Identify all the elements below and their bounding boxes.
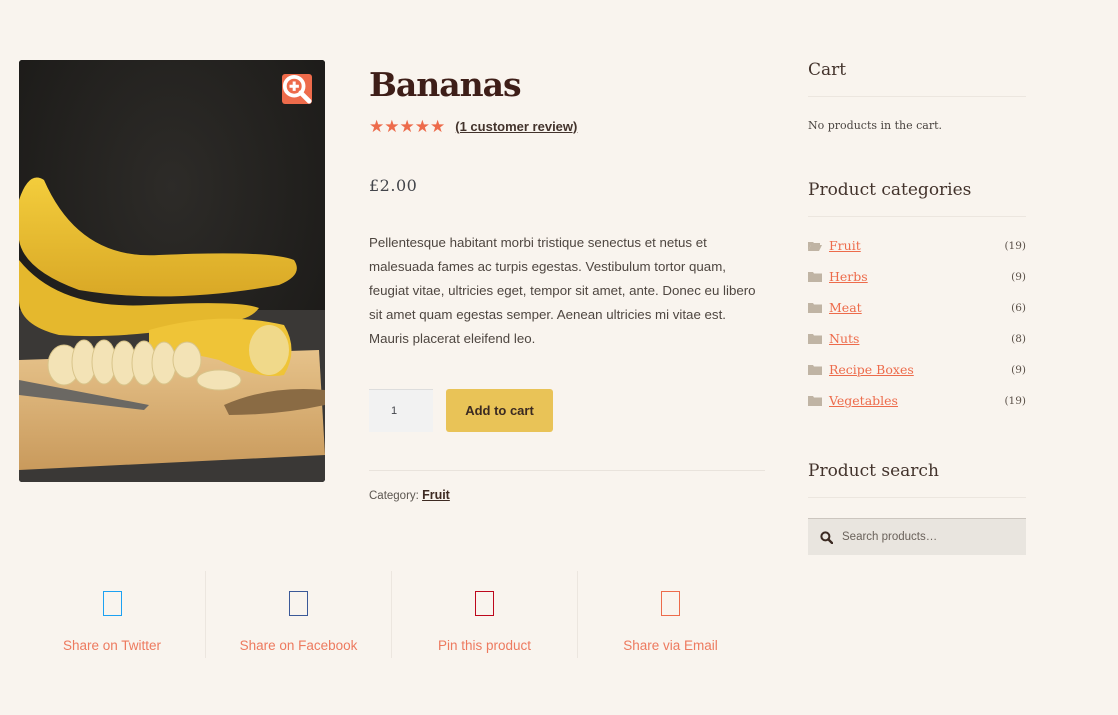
share-pinterest[interactable]: Pin this product <box>391 571 577 658</box>
category-count: (19) <box>1004 394 1026 407</box>
category-count: (19) <box>1004 239 1026 252</box>
folder-icon <box>808 302 822 313</box>
share-bar: Share on Twitter Share on Facebook Pin t… <box>19 571 763 658</box>
share-label: Share on Facebook <box>239 638 358 653</box>
category-label: Category: <box>369 490 419 502</box>
add-to-cart-button[interactable]: Add to cart <box>446 389 553 432</box>
product-search-widget: Product search <box>808 461 1026 555</box>
product-meta: Category: Fruit <box>369 488 765 502</box>
product-image[interactable] <box>19 60 325 482</box>
star-icon: ★ <box>430 116 446 136</box>
search-input[interactable] <box>842 531 1012 543</box>
cart-widget: Cart No products in the cart. <box>808 60 1026 132</box>
zoom-image-button[interactable] <box>282 74 312 104</box>
folder-icon <box>808 364 822 375</box>
cart-empty-message: No products in the cart. <box>808 119 943 132</box>
category-link[interactable]: Vegetables <box>829 393 1004 408</box>
category-item-fruit: Fruit (19) <box>808 230 1026 261</box>
product-rating: ★ ★ ★ ★ ★ (1 customer review) <box>369 117 765 135</box>
product-price: £2.00 <box>369 176 418 195</box>
quantity-input[interactable] <box>369 389 433 432</box>
share-twitter[interactable]: Share on Twitter <box>19 571 205 658</box>
category-link[interactable]: Herbs <box>829 269 1011 284</box>
facebook-icon <box>289 591 308 616</box>
category-link[interactable]: Meat <box>829 300 1011 315</box>
pinterest-icon <box>475 591 494 616</box>
share-email[interactable]: Share via Email <box>577 571 763 658</box>
share-facebook[interactable]: Share on Facebook <box>205 571 391 658</box>
folder-open-icon <box>808 241 822 251</box>
star-icon: ★ <box>369 116 385 136</box>
product-categories-widget: Product categories Fruit (19) Herbs (9) … <box>808 180 1026 416</box>
category-link[interactable]: Fruit <box>829 238 1004 253</box>
product-title: Bananas <box>369 65 522 104</box>
product-description: Pellentesque habitant morbi tristique se… <box>369 235 756 346</box>
folder-icon <box>808 333 822 344</box>
folder-icon <box>808 395 822 406</box>
zoom-in-icon <box>282 74 312 104</box>
star-icon: ★ <box>399 116 415 136</box>
sidebar: Cart No products in the cart. Product ca… <box>808 60 1026 555</box>
categories-widget-title: Product categories <box>808 180 1026 217</box>
category-link[interactable]: Nuts <box>829 331 1011 346</box>
share-label: Share on Twitter <box>62 638 162 653</box>
category-list: Fruit (19) Herbs (9) Meat (6) Nuts (8) R… <box>808 230 1026 416</box>
category-count: (9) <box>1011 363 1026 376</box>
bananas-photo <box>19 60 325 482</box>
add-to-cart-form: Add to cart <box>369 389 765 432</box>
divider <box>369 470 765 471</box>
star-rating: ★ ★ ★ ★ ★ <box>369 118 445 135</box>
category-link[interactable]: Fruit <box>422 488 450 502</box>
share-label: Pin this product <box>437 638 532 653</box>
category-item-nuts: Nuts (8) <box>808 323 1026 354</box>
category-item-recipe-boxes: Recipe Boxes (9) <box>808 354 1026 385</box>
email-icon <box>661 591 680 616</box>
star-icon: ★ <box>384 116 400 136</box>
category-count: (9) <box>1011 270 1026 283</box>
product-summary: Bananas ★ ★ ★ ★ ★ (1 customer review) £2… <box>369 60 765 502</box>
category-link[interactable]: Recipe Boxes <box>829 362 1011 377</box>
folder-icon <box>808 271 822 282</box>
search-widget-title: Product search <box>808 461 1026 498</box>
search-icon <box>820 530 833 544</box>
category-count: (8) <box>1011 332 1026 345</box>
category-item-meat: Meat (6) <box>808 292 1026 323</box>
search-box[interactable] <box>808 518 1026 555</box>
category-count: (6) <box>1011 301 1026 314</box>
category-item-vegetables: Vegetables (19) <box>808 385 1026 416</box>
review-link[interactable]: (1 customer review) <box>455 119 577 134</box>
twitter-icon <box>102 591 122 616</box>
cart-widget-title: Cart <box>808 60 1026 97</box>
category-item-herbs: Herbs (9) <box>808 261 1026 292</box>
star-icon: ★ <box>414 116 430 136</box>
share-label: Share via Email <box>623 638 718 653</box>
